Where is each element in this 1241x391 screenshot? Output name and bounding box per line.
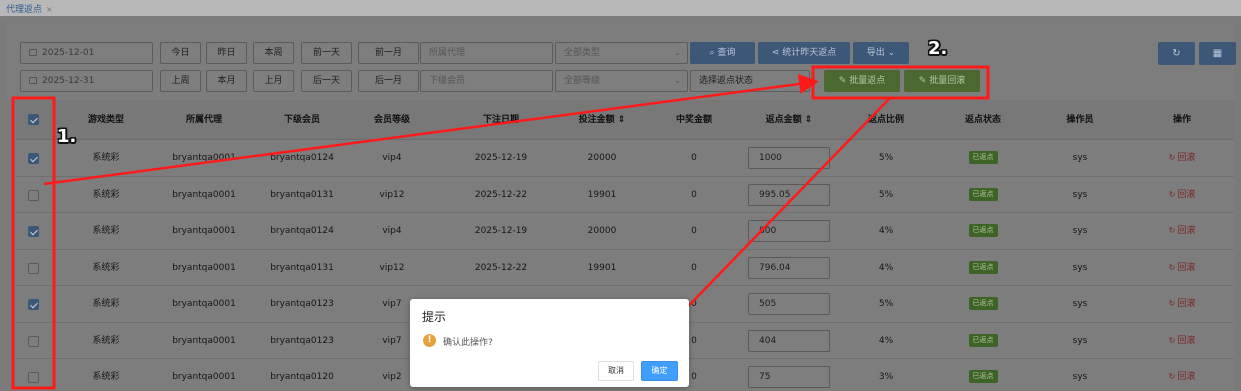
step1-arrow bbox=[43, 74, 819, 186]
step2-highlight-box bbox=[811, 65, 990, 100]
confirm-dialog: 提示 ! 确认此操作? 取消 确定 bbox=[410, 299, 689, 387]
step1-highlight-box bbox=[11, 96, 56, 390]
step2-label: 2. bbox=[928, 38, 948, 59]
dialog-title: 提示 bbox=[422, 310, 447, 324]
step1-label: 1. bbox=[57, 126, 77, 147]
dialog-cancel-button[interactable]: 取消 bbox=[598, 361, 634, 381]
warning-icon: ! bbox=[423, 334, 436, 347]
dialog-confirm-button[interactable]: 确定 bbox=[641, 361, 678, 381]
dialog-message: 确认此操作? bbox=[443, 338, 493, 348]
